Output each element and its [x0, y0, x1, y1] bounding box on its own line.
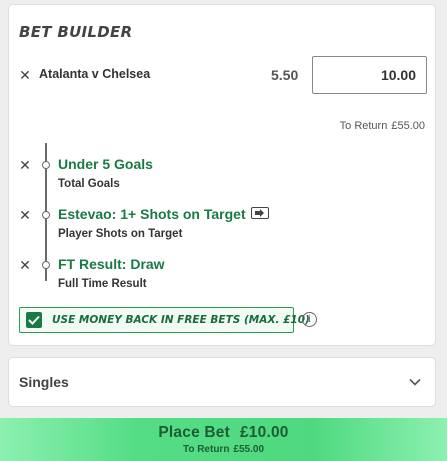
to-return-label: To Return — [339, 120, 388, 132]
remove-bet-close-icon[interactable]: ✕ — [18, 68, 32, 82]
selection-market: Player Shots on Target — [58, 228, 183, 240]
bet-builder-card: BET BUILDER ✕ Atalanta v Chelsea 5.50 To… — [8, 4, 436, 346]
remove-selection-close-icon[interactable]: ✕ — [18, 258, 32, 272]
info-icon[interactable]: i — [302, 312, 317, 327]
bet-builder-title: BET BUILDER — [19, 23, 133, 41]
to-return: To Return £55.00 — [336, 120, 425, 132]
place-bet-return-value: £55.00 — [233, 444, 265, 455]
to-return-value: £55.00 — [391, 120, 425, 132]
singles-accordion[interactable]: Singles — [8, 357, 436, 407]
remove-selection-close-icon[interactable]: ✕ — [18, 158, 32, 172]
selection-market: Total Goals — [58, 178, 120, 190]
bet-boost-icon — [250, 207, 269, 220]
remove-selection-close-icon[interactable]: ✕ — [18, 208, 32, 222]
selection-title: FT Result: Draw — [58, 256, 165, 272]
place-bet-return: To Return £55.00 — [183, 444, 264, 455]
place-bet-main: Place Bet £10.00 — [158, 424, 288, 442]
selection-title: Estevao: 1+ Shots on Target — [58, 206, 246, 222]
selection-dot — [42, 211, 50, 219]
money-back-label: USE MONEY BACK IN FREE BETS (MAX. £10) — [52, 314, 310, 326]
money-back-free-bets-toggle[interactable]: USE MONEY BACK IN FREE BETS (MAX. £10) — [19, 307, 310, 333]
odds-value: 5.50 — [271, 67, 299, 83]
place-bet-label: Place Bet — [158, 424, 230, 441]
selection-dot — [42, 261, 50, 269]
chevron-down-icon[interactable] — [407, 374, 423, 390]
place-bet-amount: £10.00 — [239, 424, 289, 441]
place-bet-button[interactable]: Place Bet £10.00 To Return £55.00 — [0, 418, 447, 461]
match-name: Atalanta v Chelsea — [39, 67, 151, 81]
selection-title-row: Estevao: 1+ Shots on Target — [58, 206, 269, 222]
selection-dot — [42, 161, 50, 169]
stake-input[interactable] — [312, 56, 427, 94]
selection-market: Full Time Result — [58, 278, 147, 290]
singles-label: Singles — [19, 374, 69, 390]
selection-title: Under 5 Goals — [58, 156, 153, 172]
place-bet-return-label: To Return — [182, 444, 230, 455]
checkbox-checked-icon[interactable] — [26, 312, 42, 328]
